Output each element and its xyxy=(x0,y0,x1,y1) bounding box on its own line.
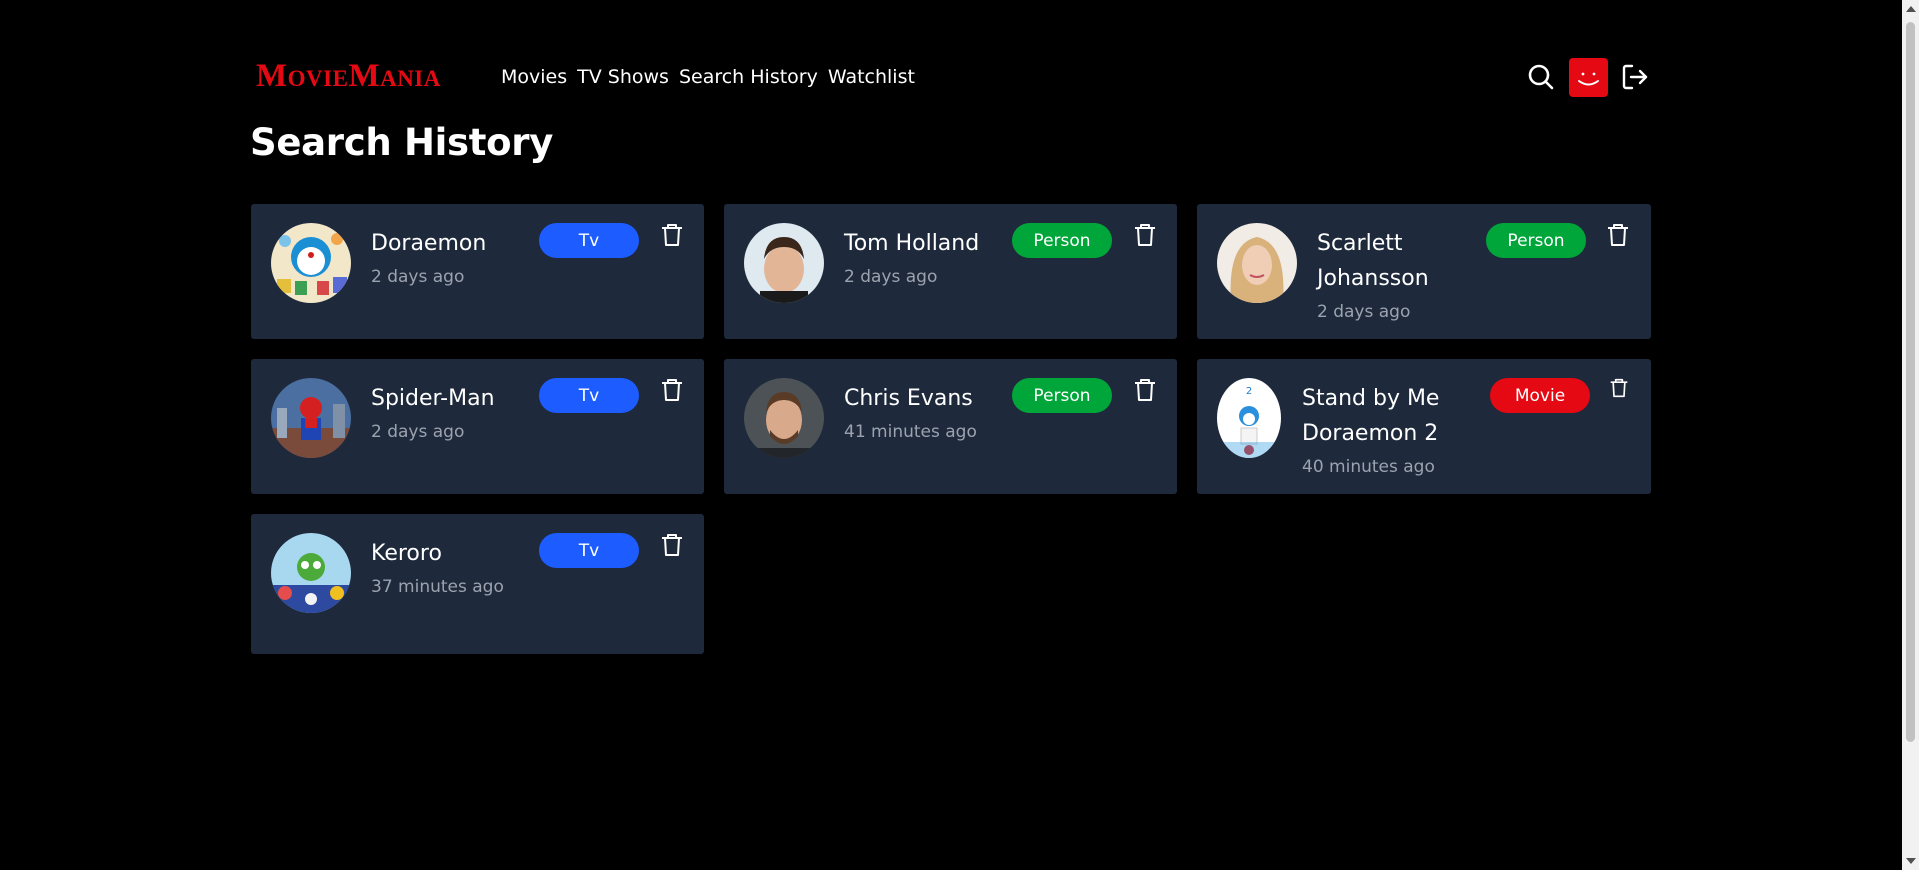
item-time: 2 days ago xyxy=(371,422,465,442)
type-badge: Tv xyxy=(539,378,639,413)
stand-by-me-doraemon-2-thumbnail: 2 xyxy=(1217,378,1281,458)
trash-icon[interactable] xyxy=(660,532,684,558)
history-item-name[interactable]: Spider-Man 2 days ago xyxy=(371,381,536,445)
item-title: Doraemon xyxy=(371,231,487,256)
history-item-name[interactable]: Doraemon 2 days ago xyxy=(371,226,536,290)
nav-tv-shows[interactable]: TV Shows xyxy=(577,64,669,90)
type-badge: Tv xyxy=(539,533,639,568)
trash-icon[interactable] xyxy=(660,222,684,248)
scroll-up-arrow-icon[interactable] xyxy=(1906,6,1916,12)
spider-man-thumbnail xyxy=(271,378,351,458)
item-title: Chris Evans xyxy=(844,386,973,411)
nav-movies[interactable]: Movies xyxy=(501,64,567,90)
type-badge: Person xyxy=(1012,378,1112,413)
type-badge: Tv xyxy=(539,223,639,258)
history-card: Tom Holland 2 days ago Person xyxy=(724,204,1177,339)
history-item-name[interactable]: Chris Evans 41 minutes ago xyxy=(844,381,1009,445)
item-title: Stand by Me Doraemon 2 xyxy=(1302,386,1440,446)
item-title: Spider-Man xyxy=(371,386,495,411)
history-item-name[interactable]: Tom Holland 2 days ago xyxy=(844,226,1009,290)
keroro-thumbnail xyxy=(271,533,351,613)
nav-search-history[interactable]: Search History xyxy=(679,64,818,90)
history-card: Keroro 37 minutes ago Tv xyxy=(251,514,704,654)
page-title: Search History xyxy=(250,121,554,164)
item-time: 41 minutes ago xyxy=(844,422,977,442)
brand-logo[interactable]: MovieMania xyxy=(256,58,441,94)
doraemon-thumbnail xyxy=(271,223,351,303)
history-card: Doraemon 2 days ago Tv xyxy=(251,204,704,339)
item-time: 37 minutes ago xyxy=(371,577,504,597)
trash-icon[interactable] xyxy=(1606,222,1630,248)
history-card: Spider-Man 2 days ago Tv xyxy=(251,359,704,494)
search-icon[interactable] xyxy=(1525,61,1557,93)
avatar[interactable] xyxy=(1569,57,1608,97)
type-badge: Person xyxy=(1486,223,1586,258)
trash-icon[interactable] xyxy=(660,377,684,403)
trash-icon[interactable] xyxy=(1133,222,1157,248)
app-root: MovieMania Movies TV Shows Search Histor… xyxy=(0,0,1919,870)
item-time: 40 minutes ago xyxy=(1302,457,1435,477)
chris-evans-thumbnail xyxy=(744,378,824,458)
item-time: 2 days ago xyxy=(844,267,938,287)
item-title: Scarlett Johansson xyxy=(1317,231,1429,291)
trash-icon[interactable] xyxy=(1609,377,1629,399)
history-card: 2 Stand by Me Doraemon 2 40 minutes ago … xyxy=(1197,359,1651,494)
history-card: Chris Evans 41 minutes ago Person xyxy=(724,359,1177,494)
top-navbar: MovieMania Movies TV Shows Search Histor… xyxy=(251,55,1651,99)
main-nav: Movies TV Shows Search History Watchlist xyxy=(501,64,925,90)
history-item-name[interactable]: Stand by Me Doraemon 2 40 minutes ago xyxy=(1302,381,1482,480)
scroll-down-arrow-icon[interactable] xyxy=(1906,858,1916,864)
scrollbar-thumb[interactable] xyxy=(1906,22,1915,742)
logout-icon[interactable] xyxy=(1619,61,1651,93)
item-title: Tom Holland xyxy=(844,231,980,256)
svg-text:2: 2 xyxy=(1246,386,1252,397)
nav-watchlist[interactable]: Watchlist xyxy=(828,64,915,90)
scarlett-johansson-thumbnail xyxy=(1217,223,1297,303)
type-badge: Person xyxy=(1012,223,1112,258)
history-item-name[interactable]: Scarlett Johansson 2 days ago xyxy=(1317,226,1467,325)
history-card: Scarlett Johansson 2 days ago Person xyxy=(1197,204,1651,339)
tom-holland-thumbnail xyxy=(744,223,824,303)
type-badge: Movie xyxy=(1490,378,1590,413)
history-item-name[interactable]: Keroro 37 minutes ago xyxy=(371,536,536,600)
header-actions xyxy=(1525,55,1651,99)
vertical-scrollbar[interactable] xyxy=(1902,0,1919,870)
item-title: Keroro xyxy=(371,541,442,566)
item-time: 2 days ago xyxy=(1317,302,1411,322)
trash-icon[interactable] xyxy=(1133,377,1157,403)
item-time: 2 days ago xyxy=(371,267,465,287)
